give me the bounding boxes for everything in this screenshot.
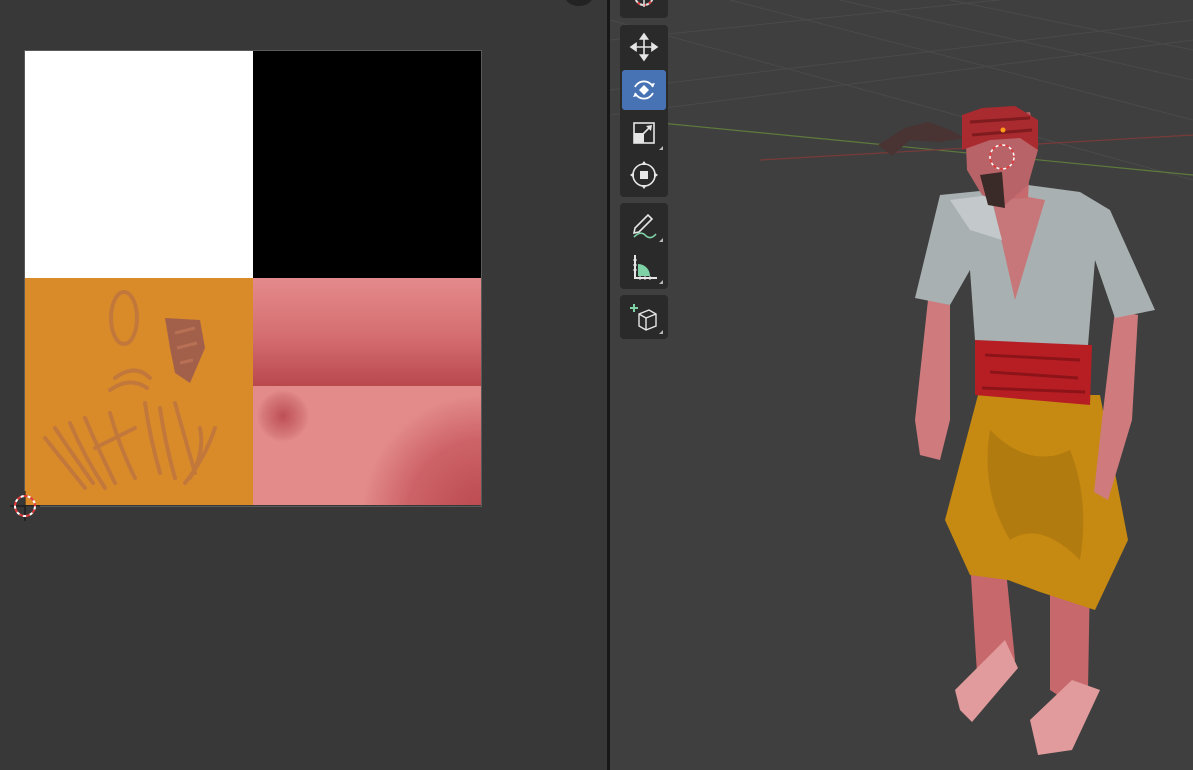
tool-group-add	[620, 295, 668, 339]
brush-strokes	[43, 290, 217, 490]
tool-group-annotate	[620, 203, 668, 289]
texture-region-black	[253, 51, 481, 278]
transform-all-icon	[630, 161, 658, 189]
tool-measure[interactable]	[622, 247, 666, 287]
tool-transform[interactable]	[622, 0, 666, 16]
tool-group-top	[620, 0, 668, 18]
tool-add-cube[interactable]	[622, 297, 666, 337]
editor-header-knob[interactable]	[565, 0, 593, 6]
character-model	[915, 106, 1155, 755]
texture-region-white	[25, 51, 253, 278]
tool-scale[interactable]	[622, 113, 666, 153]
tool-move[interactable]	[622, 27, 666, 67]
texture-region-skin	[253, 278, 481, 505]
3d-cursor-icon[interactable]	[10, 491, 40, 521]
add-cube-icon	[630, 304, 657, 331]
rotate-icon	[633, 80, 655, 100]
measure-icon	[633, 255, 657, 280]
annotate-icon	[632, 213, 657, 239]
scene-canvas	[610, 0, 1193, 755]
transform-icon	[634, 0, 654, 7]
texture-image	[24, 50, 482, 507]
scale-icon	[633, 122, 655, 144]
tool-group-transform	[620, 25, 668, 197]
tool-annotate[interactable]	[622, 205, 666, 245]
move-icon	[629, 32, 659, 62]
tool-transform-all[interactable]	[622, 155, 666, 195]
tool-rotate[interactable]	[622, 70, 666, 110]
3d-viewport[interactable]	[610, 0, 1193, 770]
texture-region-orange	[25, 278, 253, 505]
uv-image-editor[interactable]	[0, 0, 607, 770]
